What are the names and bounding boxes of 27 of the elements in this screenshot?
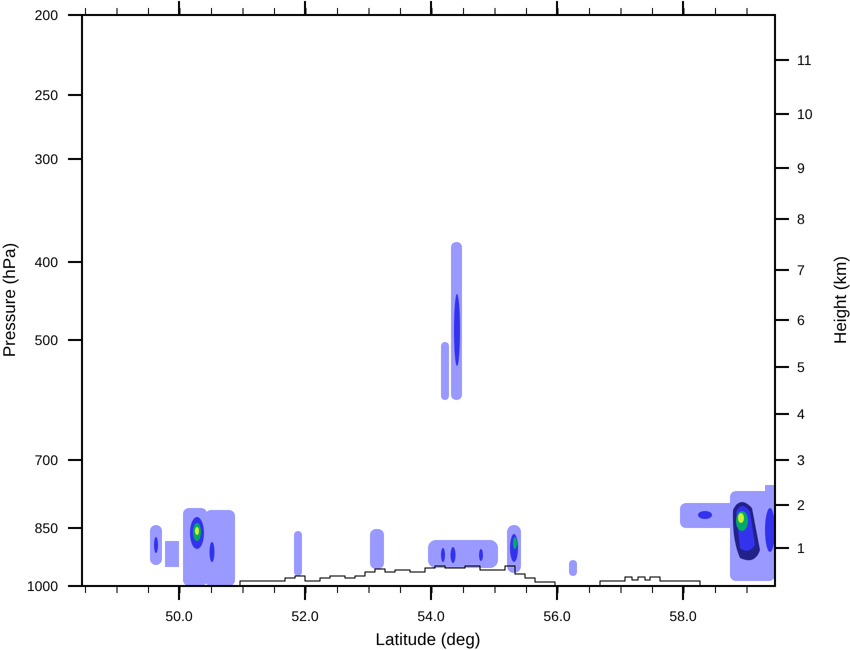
height-tick-label: 7: [797, 262, 805, 278]
height-tick-label: 8: [797, 211, 805, 227]
x-axis-title: Latitude (deg): [376, 630, 480, 649]
height-tick-label: 5: [797, 359, 805, 375]
height-tick-label: 11: [797, 52, 812, 68]
height-tick-label: 6: [797, 312, 805, 328]
height-tick-label: 2: [797, 497, 805, 513]
pressure-tick-label: 400: [34, 254, 58, 270]
pressure-tick-label: 1000: [26, 578, 58, 594]
right-axis-title: Height (km): [831, 256, 850, 344]
x-tick-label: 58.0: [669, 608, 697, 624]
height-tick-label: 4: [797, 406, 805, 422]
pressure-tick-label: 200: [34, 7, 58, 23]
x-tick-label: 52.0: [291, 608, 319, 624]
pressure-tick-label: 500: [34, 332, 58, 348]
height-tick-label: 9: [797, 160, 805, 176]
x-tick-label: 54.0: [417, 608, 445, 624]
pressure-tick-label: 850: [34, 520, 58, 536]
height-tick-label: 3: [797, 452, 805, 468]
height-tick-label: 1: [797, 540, 805, 556]
height-tick-label: 10: [797, 106, 813, 122]
pressure-tick-label: 250: [34, 87, 58, 103]
y-axis-title: Pressure (hPa): [0, 242, 19, 358]
pressure-tick-label: 300: [34, 151, 58, 167]
x-tick-label: 56.0: [543, 608, 571, 624]
pressure-tick-label: 700: [34, 452, 58, 468]
x-tick-label: 50.0: [165, 608, 193, 624]
